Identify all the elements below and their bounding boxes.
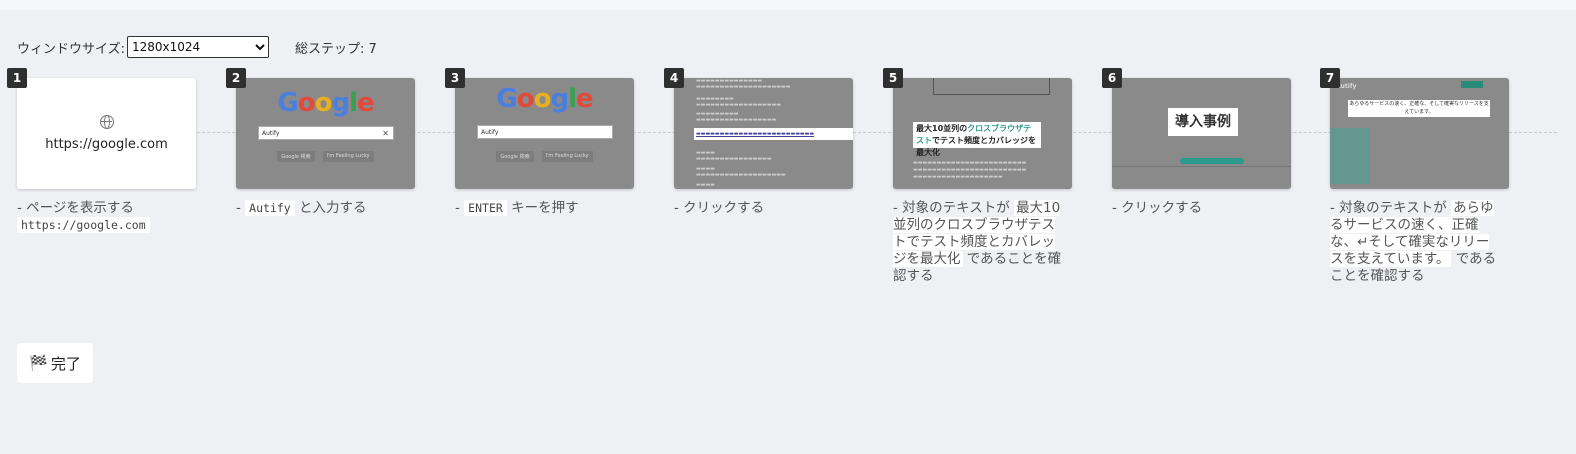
- finish-marker: 🏁 完了: [17, 343, 93, 383]
- lucky-button: I'm Feeling Lucky: [322, 151, 374, 162]
- step-thumbnail[interactable]: Autify あらゆるサービスの速く、正確な、そして確実なリリースを支えています…: [1330, 78, 1509, 189]
- google-search-button: Google 検索: [277, 151, 315, 162]
- step-number: 7: [1320, 68, 1340, 88]
- google-logo: Google: [277, 88, 374, 118]
- step-number: 3: [445, 68, 465, 88]
- step-thumbnail[interactable]: 導入事例: [1112, 78, 1291, 189]
- step-description: - 対象のテキストが あらゆるサービスの速く、正確な、↵そして確実なリリースを支…: [1330, 200, 1497, 284]
- step-number: 1: [7, 68, 27, 88]
- step-number: 5: [883, 68, 903, 88]
- step-number: 4: [664, 68, 684, 88]
- search-box: Autify: [477, 125, 613, 139]
- toolbar: ウィンドウサイズ: 1280x1024 総ステップ: 7: [17, 35, 377, 59]
- step-description: - ENTER キーを押す: [455, 200, 579, 216]
- close-icon: ✕: [382, 129, 389, 138]
- target-text-box: あらゆるサービスの速く、正確な、そして確実なリリースを支えています。: [1348, 100, 1490, 117]
- highlighted-link: ▬▬▬▬▬▬▬▬▬▬▬▬▬▬▬▬▬▬▬▬▬▬▬▬▬: [694, 128, 853, 140]
- step-number: 2: [226, 68, 246, 88]
- step-thumbnail[interactable]: https://google.com: [17, 78, 196, 189]
- url-text: https://google.com: [45, 137, 168, 152]
- url-code: https://google.com: [17, 217, 150, 233]
- step-description: - クリックする: [674, 200, 765, 216]
- target-text-box: 最大10並列のクロスブラウザテストでテスト頻度とカバレッジを最大化: [913, 122, 1041, 157]
- search-box: Autify ✕: [258, 126, 394, 140]
- input-code: Autify: [245, 200, 295, 216]
- step-description: - ページを表示する https://google.com: [17, 200, 189, 234]
- window-size-select[interactable]: 1280x1024: [127, 36, 269, 58]
- key-code: ENTER: [464, 200, 507, 216]
- step-number: 6: [1102, 68, 1122, 88]
- case-study-label: 導入事例: [1168, 108, 1238, 136]
- top-bar: [0, 0, 1576, 10]
- finish-label: 完了: [50, 354, 81, 373]
- step-thumbnail[interactable]: Google Autify Google 検索 I'm Feeling Luck…: [455, 78, 634, 189]
- step-thumbnail[interactable]: Google Autify ✕ Google 検索 I'm Feeling Lu…: [236, 78, 415, 189]
- lucky-button: I'm Feeling Lucky: [541, 151, 593, 162]
- step-description: - 対象のテキストが 最大10並列のクロスブラウザテストでテスト頻度とカバレッジ…: [893, 200, 1062, 284]
- google-search-button: Google 検索: [496, 151, 534, 162]
- step-description: - クリックする: [1112, 200, 1203, 216]
- globe-icon: [99, 115, 114, 129]
- google-logo: Google: [496, 84, 593, 114]
- step-thumbnail[interactable]: 最大10並列のクロスブラウザテストでテスト頻度とカバレッジを最大化 ▬▬▬▬▬▬…: [893, 78, 1072, 189]
- step-thumbnail[interactable]: ▬▬▬▬▬▬▬▬▬▬▬▬▬▬ ▬▬▬▬▬▬▬▬▬▬▬▬▬▬▬▬▬▬▬▬ ▬▬▬▬▬…: [674, 78, 853, 189]
- window-size-label: ウィンドウサイズ:: [17, 41, 125, 57]
- checkered-flag-icon: 🏁: [29, 354, 48, 372]
- step-description: - Autify と入力する: [236, 200, 367, 216]
- total-steps: 総ステップ: 7: [295, 41, 377, 57]
